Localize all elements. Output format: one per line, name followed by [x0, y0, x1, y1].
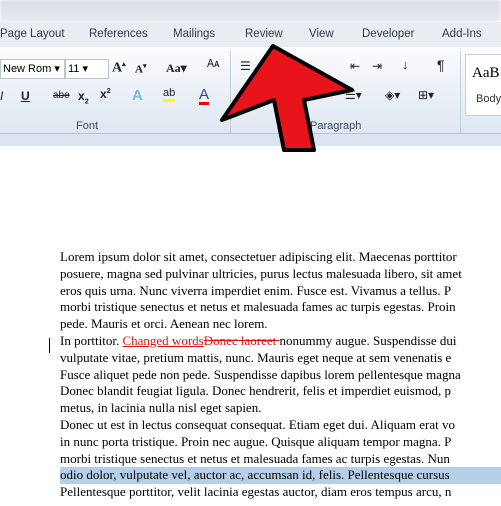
red-arrow-annotation	[220, 44, 354, 152]
arrow-shape	[220, 44, 354, 152]
